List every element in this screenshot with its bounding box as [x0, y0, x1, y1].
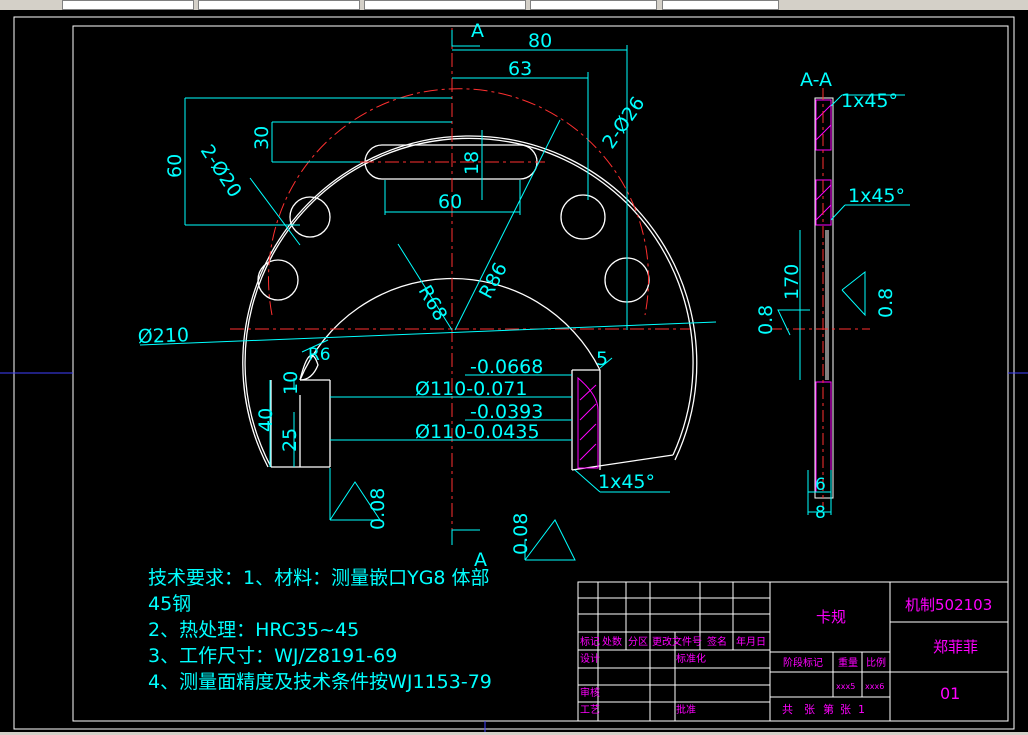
col-zone: 分区	[628, 636, 648, 648]
note-line-2: 45钢	[148, 593, 192, 615]
toolbar-field[interactable]	[662, 0, 779, 10]
dim-hole-20: 2-Ø20	[196, 141, 246, 202]
drawing-canvas[interactable]: 80 63 30 60 18 60 2-Ø26 2-Ø20 R86 R68 R6…	[0, 10, 1028, 732]
designer-name: 郑菲菲	[933, 638, 978, 656]
dim-tol-4: Ø110-0.0435	[415, 421, 540, 443]
sheet-code: 01	[940, 684, 960, 703]
toolbar-field[interactable]	[530, 0, 657, 10]
dim-60-horizontal: 60	[438, 191, 462, 213]
dim-210: Ø210	[137, 324, 189, 348]
stage-mark: 阶段标记	[783, 656, 823, 669]
sheet-number: 1	[858, 703, 865, 716]
total-label: 共	[782, 703, 793, 716]
row-check: 审核	[580, 686, 600, 699]
toolbar-field[interactable]	[364, 0, 526, 10]
roughness-value: 0.08	[367, 488, 389, 530]
col-mark: 标记	[580, 636, 600, 648]
row-process: 工艺	[580, 704, 600, 716]
section-view: A-A 1x45° 1x45° 170 0.8 0.8 6 8	[755, 69, 910, 523]
section-dim-8: 8	[815, 503, 826, 523]
sheet-of-label: 张	[840, 703, 851, 716]
dim-63: 63	[508, 58, 532, 80]
dim-chamfer: 1x45°	[598, 471, 655, 493]
dim-tol-3: -0.0393	[470, 401, 543, 423]
dim-80: 80	[528, 30, 552, 52]
row-design: 设计	[580, 652, 600, 665]
section-title: A-A	[800, 69, 832, 91]
note-line-1: 技术要求：1、材料：测量嵌口YG8 体部	[148, 567, 490, 589]
dim-hole-26: 2-Ø26	[598, 93, 649, 153]
section-label-top: A	[471, 20, 484, 42]
toolbar-field[interactable]	[198, 0, 360, 10]
row-standard: 标准化	[676, 652, 706, 665]
scale-value: xxx6	[865, 682, 884, 691]
dim-30: 30	[251, 126, 273, 150]
drawing-number: 机制502103	[905, 596, 992, 614]
section-chamfer-2: 1x45°	[848, 185, 905, 207]
dim-10: 10	[280, 371, 302, 395]
row-approve: 批准	[676, 703, 696, 716]
weight-value: xxx5	[836, 682, 855, 691]
dim-5: 5	[596, 348, 608, 370]
nth-label: 第	[823, 702, 834, 716]
note-line-5: 4、测量面精度及技术条件按WJ1153-79	[148, 671, 492, 693]
section-dim-170: 170	[781, 264, 803, 300]
jaw-hatch	[577, 376, 599, 469]
dim-60-vertical: 60	[164, 154, 186, 178]
col-count: 处数	[602, 635, 622, 648]
col-sign: 签名	[707, 635, 727, 648]
dimension-text: 80 63 30 60 18 60 2-Ø26 2-Ø20 R86 R68 R6…	[137, 20, 655, 571]
sheets-label: 张	[804, 703, 815, 716]
dim-40: 40	[255, 408, 277, 432]
weight-label: 重量	[838, 656, 858, 669]
section-dim-6: 6	[815, 475, 826, 495]
dim-tol-2: Ø110-0.071	[415, 378, 527, 400]
roughness-value: 0.08	[510, 513, 532, 555]
section-roughness-left: 0.8	[755, 305, 777, 335]
technical-requirements: 技术要求：1、材料：测量嵌口YG8 体部 45钢 2、热处理：HRC35~45 …	[148, 565, 492, 695]
section-chamfer-1: 1x45°	[841, 90, 898, 112]
col-docno: 更改文件号	[652, 635, 702, 648]
dim-18: 18	[461, 151, 483, 175]
note-line-3: 2、热处理：HRC35~45	[148, 619, 360, 641]
part-name: 卡规	[816, 608, 846, 626]
dim-r68: R68	[414, 282, 452, 325]
scale-label: 比例	[866, 656, 886, 669]
dim-r86: R86	[475, 259, 512, 302]
note-line-4: 3、工作尺寸：WJ/Z8191-69	[148, 645, 398, 667]
toolbar-field[interactable]	[62, 0, 194, 10]
dim-25: 25	[279, 428, 301, 452]
section-roughness-right: 0.8	[875, 288, 897, 318]
dim-r6: R6	[308, 345, 331, 365]
dim-tol-1: -0.0668	[470, 356, 543, 378]
col-date: 年月日	[736, 635, 766, 648]
